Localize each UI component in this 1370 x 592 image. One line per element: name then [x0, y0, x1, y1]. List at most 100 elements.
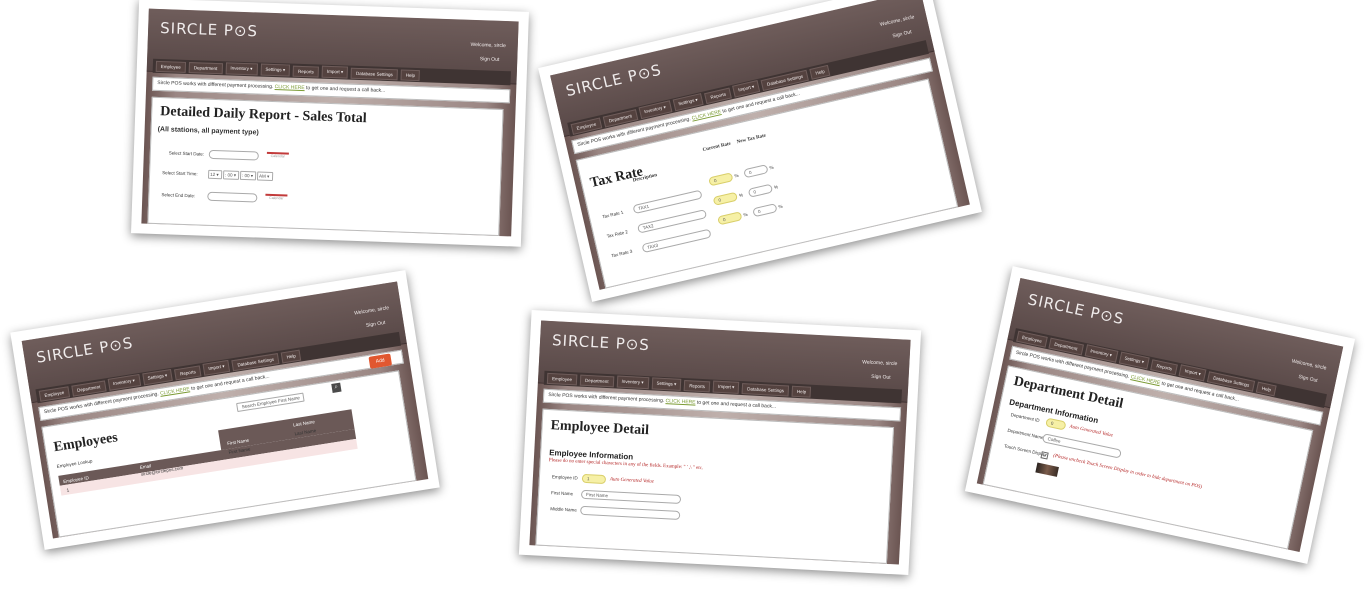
tax-current-rate-input: 0	[712, 191, 739, 206]
click-here-link[interactable]: CLICK HERE	[275, 84, 305, 91]
screenshot-card-employee-detail: SIRCLE P⊙S Welcome, sircle Sign Out Empl…	[518, 309, 922, 576]
tax-current-rate-input: 0	[717, 211, 743, 226]
tax-description-input[interactable]: TAX2	[636, 209, 708, 234]
pct-sign: %	[738, 192, 744, 199]
click-here-link[interactable]: CLICK HERE	[160, 386, 191, 397]
welcome-text: Welcome, sircle	[1291, 358, 1327, 372]
app-screen: SIRCLE P⊙S Welcome, sircle Sign Out Empl…	[976, 277, 1344, 553]
auto-generated-note: Auto Generated Value	[609, 477, 655, 485]
start-date-input[interactable]	[208, 149, 259, 161]
start-calendar-icon[interactable]: Calendar	[266, 151, 289, 162]
department-name-label: Department Name	[1007, 427, 1045, 441]
end-date-input[interactable]	[207, 191, 258, 203]
tax-new-rate-input[interactable]: 0	[747, 183, 774, 198]
signout-link[interactable]: Sign Out	[892, 29, 912, 39]
welcome-text: Welcome, sircle	[879, 14, 915, 28]
app-screen: SIRCLE P⊙S Welcome, sircle Sign Out Empl…	[550, 0, 970, 290]
nav-settings[interactable]: Settings ▾	[651, 377, 682, 391]
nav-settings[interactable]: Settings ▾	[260, 63, 291, 77]
sircle-logo: SIRCLE P⊙S	[35, 333, 135, 367]
click-here-link[interactable]: CLICK HERE	[665, 398, 695, 406]
touch-screen-checkbox[interactable]: ✓	[1040, 451, 1049, 460]
first-name-input[interactable]: First Name	[580, 489, 682, 505]
nav-inventory[interactable]: Inventory ▾	[225, 62, 258, 76]
welcome-text: Welcome, sircle	[862, 359, 898, 368]
app-screen: SIRCLE P⊙S Welcome, sircle Sign Out Empl…	[21, 281, 429, 539]
app-screen: SIRCLE P⊙S Welcome, sircle Sign Out Empl…	[141, 8, 519, 237]
pct-sign: %	[773, 184, 779, 190]
nav-reports[interactable]: Reports	[1150, 358, 1179, 375]
page-title: Employee Detail	[550, 418, 650, 439]
nav-help[interactable]: Help	[1256, 381, 1278, 396]
tax-row-label: Tax Rate 1	[601, 209, 624, 220]
table-row[interactable]	[59, 438, 358, 496]
signout-link[interactable]: Sign Out	[871, 374, 891, 381]
screenshot-card-department-detail: SIRCLE P⊙S Welcome, sircle Sign Out Empl…	[964, 266, 1356, 564]
touch-screen-note: (Please uncheck Touch Screen Display in …	[1052, 453, 1203, 491]
nav-help[interactable]: Help	[791, 385, 812, 398]
nav-settings[interactable]: Settings ▾	[141, 368, 174, 386]
ampm-select[interactable]: AM ▾	[256, 171, 274, 182]
first-name-label: First Name	[551, 490, 574, 497]
middle-name-label: Middle Name	[550, 506, 577, 513]
add-employee-button[interactable]: Add	[368, 353, 393, 369]
nav-database-settings[interactable]: Database Settings	[741, 382, 790, 397]
nav-inventory[interactable]: Inventory ▾	[107, 374, 141, 391]
nav-help[interactable]: Help	[809, 64, 831, 80]
nav-reports[interactable]: Reports	[704, 87, 732, 104]
nav-import[interactable]: Import ▾	[321, 65, 349, 79]
tax-row-label: Tax Rate 2	[606, 229, 629, 239]
nav-employee[interactable]: Employee	[155, 60, 187, 73]
tax-description-input[interactable]: TAX3	[641, 228, 712, 254]
nav-import[interactable]: Import ▾	[202, 359, 231, 376]
end-calendar-icon[interactable]: Calendar	[265, 193, 288, 204]
start-time-label: Select Start Time:	[162, 170, 198, 177]
screenshot-card-tax-rate: SIRCLE P⊙S Welcome, sircle Sign Out Empl…	[538, 0, 982, 302]
pct-sign: %	[777, 203, 784, 210]
tax-new-rate-input[interactable]: 0	[752, 203, 778, 218]
minute-select[interactable]: : 00 ▾	[222, 170, 240, 180]
nav-help[interactable]: Help	[400, 68, 421, 81]
nav-department[interactable]: Department	[188, 61, 223, 74]
middle-name-input[interactable]	[580, 505, 681, 521]
nav-import[interactable]: Import ▾	[1178, 364, 1207, 382]
nav-import[interactable]: Import ▾	[712, 380, 740, 394]
pct-sign: %	[733, 172, 739, 179]
nav-inventory[interactable]: Inventory ▾	[616, 375, 649, 390]
report-subtitle: (All stations, all payment type)	[157, 125, 259, 137]
nav-reports[interactable]: Reports	[684, 379, 711, 392]
end-date-label: Select End Date:	[161, 192, 196, 199]
nav-employee[interactable]: Employee	[38, 385, 71, 402]
nav-employee[interactable]: Employee	[546, 372, 578, 385]
pct-sign: %	[768, 164, 775, 171]
report-panel: Detailed Daily Report - Sales Total (All…	[147, 96, 504, 236]
nav-reports[interactable]: Reports	[174, 364, 202, 380]
click-here-link[interactable]: CLICK HERE	[1130, 374, 1161, 386]
hour-select[interactable]: 12 ▾	[207, 169, 223, 180]
sircle-logo: SIRCLE P⊙S	[564, 60, 664, 101]
tax-new-rate-input[interactable]: 0	[743, 164, 769, 179]
employee-id-label: Employee ID	[551, 474, 578, 481]
page-title: Detailed Daily Report - Sales Total	[160, 104, 367, 127]
nav-department[interactable]: Department	[71, 380, 107, 397]
nav-department[interactable]: Department	[579, 374, 614, 387]
nav-database-settings[interactable]: Database Settings	[350, 67, 399, 80]
employees-table: Employee ID Email First Name Last Name 1…	[55, 409, 358, 497]
department-id-input: 0	[1045, 417, 1067, 431]
row-employee-id: 1	[66, 487, 70, 493]
employee-id-input: 1	[581, 473, 607, 485]
screenshot-card-daily-report: SIRCLE P⊙S Welcome, sircle Sign Out Empl…	[131, 0, 529, 247]
employee-search-input[interactable]: Search Employee First Name	[236, 392, 305, 413]
signout-link[interactable]: Sign Out	[366, 320, 386, 329]
search-icon[interactable]: ⌕	[331, 382, 342, 393]
tax-description-input[interactable]: TAX1	[632, 189, 703, 215]
nav-reports[interactable]: Reports	[292, 65, 320, 78]
nav-help[interactable]: Help	[280, 349, 302, 363]
click-here-link[interactable]: CLICK HERE	[691, 109, 722, 122]
second-select[interactable]: : 00 ▾	[239, 170, 257, 181]
tax-row-label: Tax Rate 3	[610, 248, 633, 259]
department-image-thumbnail	[1035, 462, 1059, 477]
signout-link[interactable]: Sign Out	[1298, 374, 1318, 384]
signout-link[interactable]: Sign Out	[480, 56, 500, 63]
col-current-rate: Current Rate	[702, 141, 732, 154]
